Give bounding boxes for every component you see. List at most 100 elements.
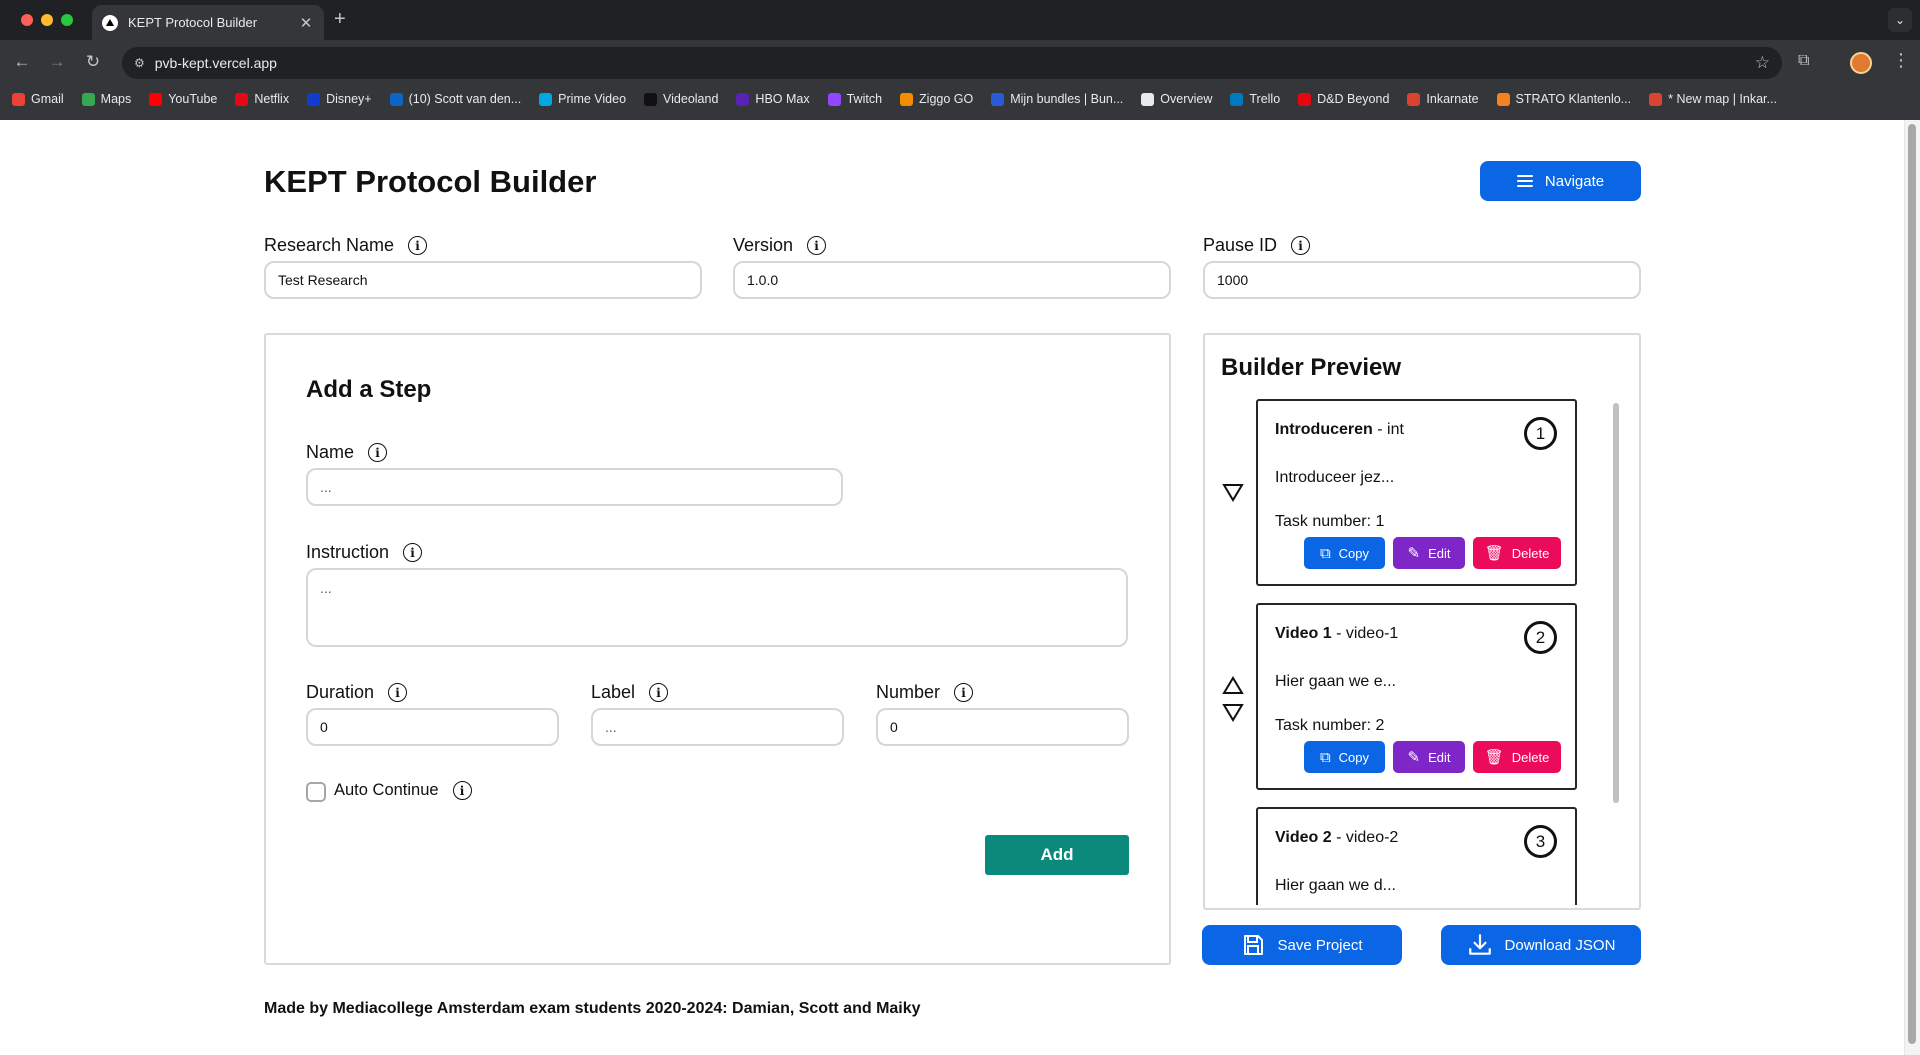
bookmark-item[interactable]: Mijn bundles | Bun... (991, 92, 1123, 106)
bookmark-label: Overview (1160, 92, 1213, 106)
version-input[interactable] (733, 261, 1171, 299)
step-name-label-text: Name (306, 442, 355, 462)
edit-button[interactable]: ✎ Edit (1393, 537, 1465, 569)
version-label-text: Version (733, 235, 794, 255)
bookmark-item[interactable]: Overview (1141, 92, 1212, 106)
research-name-input[interactable] (264, 261, 702, 299)
info-icon[interactable]: i (807, 236, 827, 255)
bookmark-item[interactable]: Disney+ (307, 92, 372, 106)
step-instruction: Hier gaan we e... (1275, 673, 1396, 690)
bookmark-label: YouTube (168, 92, 218, 106)
bookmark-item[interactable]: Twitch (827, 92, 882, 106)
auto-continue-checkbox[interactable] (306, 782, 326, 802)
bookmark-item[interactable]: * New map | Inkar... (1649, 92, 1777, 106)
bookmark-item[interactable]: Netflix (235, 92, 289, 106)
move-up-icon[interactable] (1222, 675, 1244, 695)
preview-list[interactable]: Introduceren - int 1 Introduceer jez... Tas… (1215, 397, 1627, 905)
bookmark-label: Prime Video (558, 92, 627, 106)
label-input[interactable] (591, 708, 844, 746)
maximize-window-button[interactable] (61, 14, 73, 26)
copy-button[interactable]: ⧉ Copy (1304, 741, 1385, 773)
info-icon[interactable]: i (408, 236, 428, 255)
pause-id-input[interactable] (1203, 261, 1641, 299)
info-icon[interactable]: i (388, 683, 408, 702)
step-label: - video-2 (1331, 829, 1399, 846)
address-bar[interactable]: ⚙ pvb-kept.vercel.app ☆ (122, 47, 1782, 79)
download-json-button[interactable]: Download JSON (1441, 925, 1641, 965)
info-icon[interactable]: i (954, 683, 974, 702)
info-icon[interactable]: i (452, 781, 472, 800)
trash-icon: 🗑 (1484, 749, 1504, 766)
back-icon[interactable]: ← (11, 52, 33, 72)
step-heading: Video 1 - video-1 (1275, 625, 1398, 643)
edit-label: Edit (1428, 749, 1451, 765)
bookmark-item[interactable]: (10) Scott van den... (389, 92, 521, 106)
save-project-label: Save Project (1277, 936, 1363, 954)
save-icon (1241, 933, 1265, 957)
profile-avatar-icon[interactable] (1850, 52, 1872, 74)
bookmark-item[interactable]: YouTube (149, 92, 217, 106)
pencil-icon: ✎ (1407, 749, 1421, 766)
close-window-button[interactable] (21, 14, 33, 26)
duration-label: Duration i (306, 682, 408, 703)
step-name-label: Name i (306, 442, 388, 463)
copy-button[interactable]: ⧉ Copy (1304, 537, 1385, 569)
forward-icon[interactable]: → (46, 52, 68, 72)
edit-button[interactable]: ✎ Edit (1393, 741, 1465, 773)
bookmark-item[interactable]: Ziggo GO (900, 92, 973, 106)
bookmark-favicon-icon (1407, 92, 1421, 106)
browser-chrome: KEPT Protocol Builder ✕ + ⌄ ← → ↻ ⚙ pvb-… (0, 0, 1920, 120)
copy-label: Copy (1338, 749, 1370, 765)
label-label-text: Label (591, 682, 636, 702)
bookmark-favicon-icon (81, 92, 95, 106)
pause-id-label-text: Pause ID (1203, 235, 1278, 255)
bookmark-star-icon[interactable]: ☆ (1755, 53, 1770, 73)
research-name-label: Research Name i (264, 235, 428, 256)
move-down-icon[interactable] (1222, 702, 1244, 722)
navigate-button-label: Navigate (1544, 172, 1605, 190)
minimize-window-button[interactable] (41, 14, 53, 26)
tab-search-icon[interactable]: ⌄ (1888, 8, 1912, 32)
move-down-icon[interactable] (1222, 482, 1244, 502)
info-icon[interactable]: i (368, 443, 388, 462)
copy-icon: ⧉ (1319, 544, 1331, 562)
url-text: pvb-kept.vercel.app (154, 55, 277, 71)
new-tab-icon[interactable]: + (334, 8, 346, 30)
info-icon[interactable]: i (649, 683, 669, 702)
instruction-textarea[interactable] (306, 568, 1128, 647)
bookmark-item[interactable]: D&D Beyond (1298, 92, 1389, 106)
pencil-icon: ✎ (1407, 545, 1421, 562)
bookmark-item[interactable]: Gmail (12, 92, 64, 106)
number-input[interactable] (876, 708, 1129, 746)
navigate-button[interactable]: Navigate (1480, 161, 1641, 201)
version-label: Version i (733, 235, 827, 256)
extensions-icon[interactable]: ⧉ (1798, 52, 1809, 70)
step-number-badge: 3 (1524, 825, 1557, 858)
copy-icon: ⧉ (1319, 748, 1331, 766)
duration-input[interactable] (306, 708, 559, 746)
site-info-icon[interactable]: ⚙ (134, 56, 145, 70)
browser-tab[interactable]: KEPT Protocol Builder ✕ (92, 5, 324, 40)
info-icon[interactable]: i (403, 543, 423, 562)
delete-button[interactable]: 🗑 Delete (1473, 537, 1561, 569)
reload-icon[interactable]: ↻ (82, 52, 104, 72)
page-scrollbar-thumb[interactable] (1908, 124, 1916, 1044)
bookmark-item[interactable]: Maps (81, 92, 131, 106)
delete-button[interactable]: 🗑 Delete (1473, 741, 1561, 773)
step-name: Video 1 (1275, 625, 1332, 642)
info-icon[interactable]: i (1291, 236, 1311, 255)
bookmark-favicon-icon (827, 92, 841, 106)
tab-close-icon[interactable]: ✕ (298, 14, 314, 32)
browser-menu-icon[interactable]: ⋮ (1892, 50, 1910, 71)
bookmark-item[interactable]: Videoland (644, 92, 718, 106)
bookmark-item[interactable]: Trello (1230, 92, 1280, 106)
bookmark-item[interactable]: Prime Video (539, 92, 626, 106)
step-label: - int (1372, 421, 1404, 438)
bookmark-item[interactable]: Inkarnate (1407, 92, 1479, 106)
save-project-button[interactable]: Save Project (1202, 925, 1402, 965)
bookmark-favicon-icon (307, 92, 321, 106)
add-step-button[interactable]: Add (985, 835, 1129, 875)
bookmark-item[interactable]: STRATO Klantenlo... (1496, 92, 1631, 106)
bookmark-item[interactable]: HBO Max (736, 92, 810, 106)
step-name-input[interactable] (306, 468, 843, 506)
